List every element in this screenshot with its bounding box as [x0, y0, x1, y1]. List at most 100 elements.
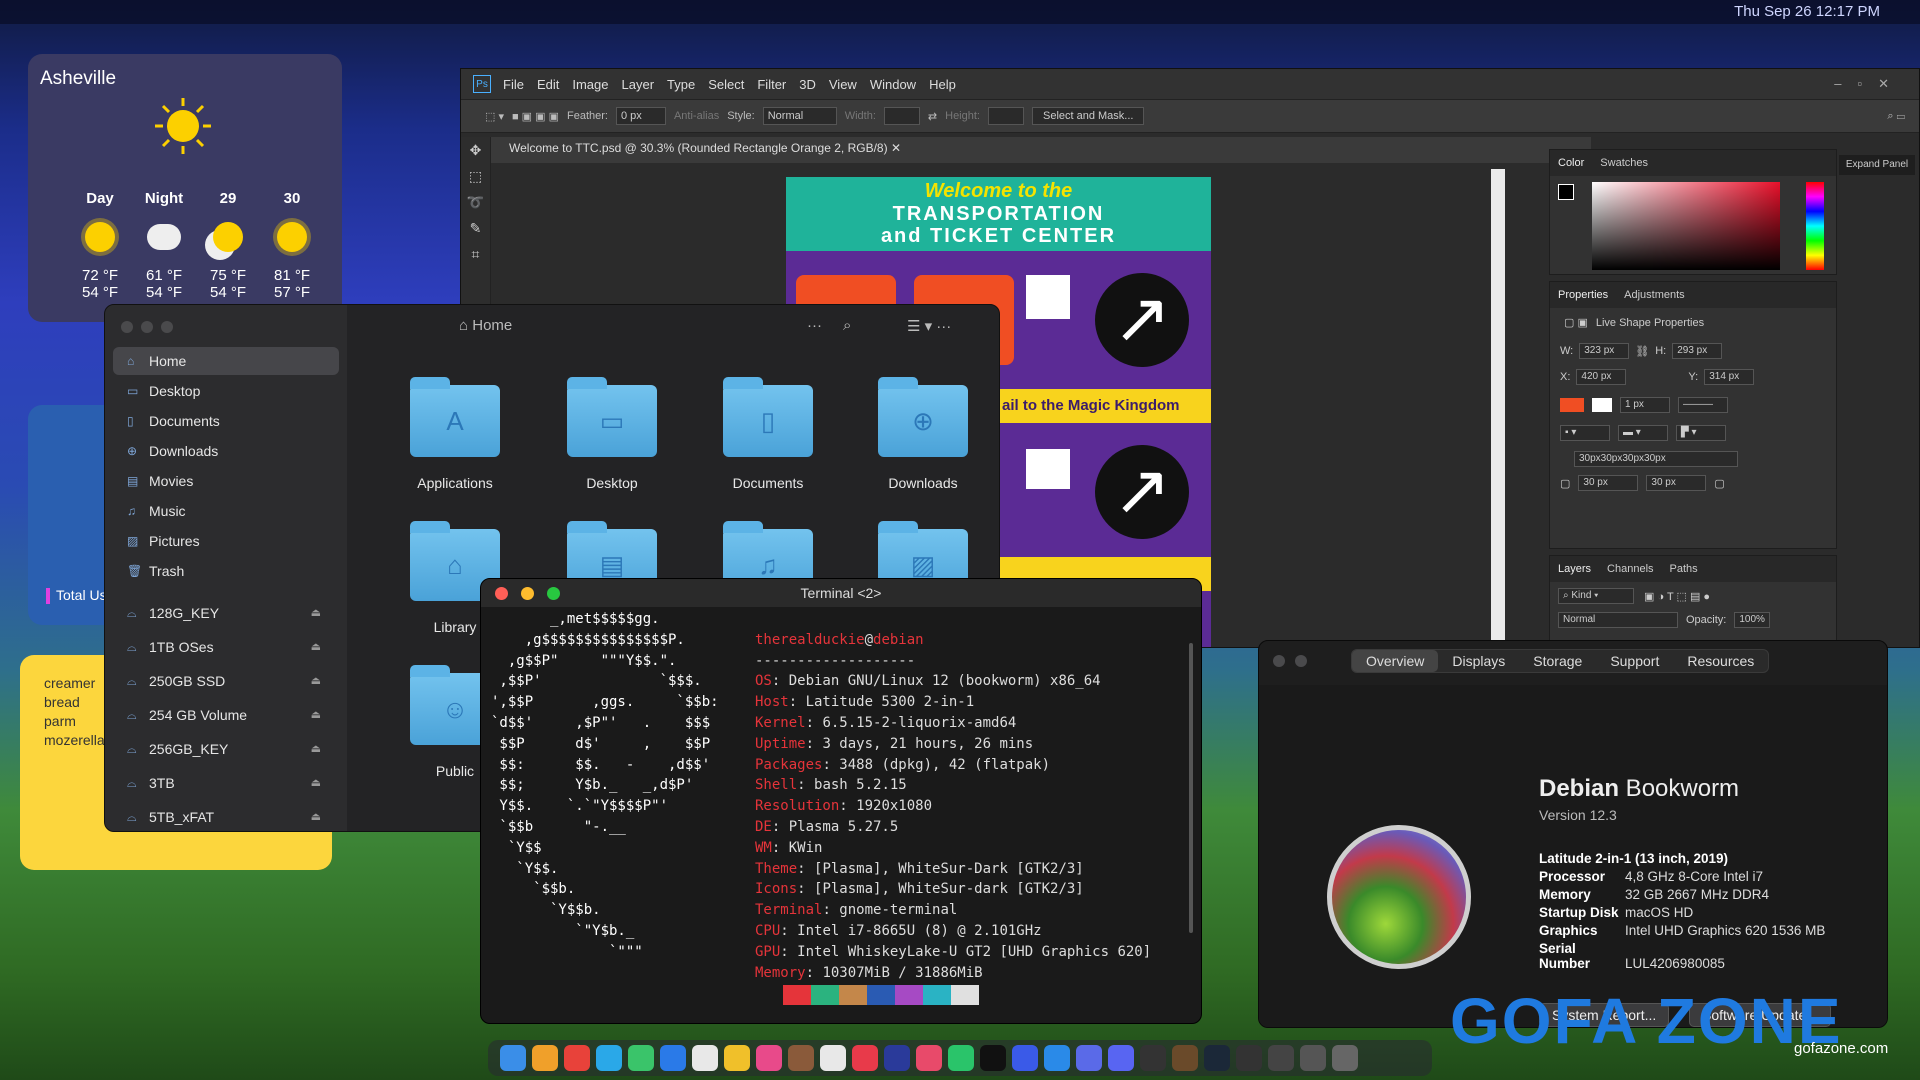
- menu-help[interactable]: Help: [929, 77, 956, 92]
- dock-app-icon[interactable]: [1332, 1045, 1358, 1071]
- tab-storage[interactable]: Storage: [1519, 650, 1596, 672]
- blend-mode-select[interactable]: Normal: [1558, 612, 1678, 628]
- dock-app-icon[interactable]: [1172, 1045, 1198, 1071]
- lasso-tool-icon[interactable]: ➰: [461, 189, 490, 215]
- tab-channels[interactable]: Channels: [1607, 563, 1653, 575]
- close-icon[interactable]: ✕: [891, 141, 901, 155]
- dock-app-icon[interactable]: [980, 1045, 1006, 1071]
- kind-filter[interactable]: ⌕ Kind ▾: [1558, 588, 1634, 604]
- crop-tool-icon[interactable]: ⌗: [461, 241, 490, 267]
- tab-resources[interactable]: Resources: [1673, 650, 1768, 672]
- menu-image[interactable]: Image: [572, 77, 608, 92]
- search-icon[interactable]: ⌕: [843, 317, 851, 334]
- stroke-width[interactable]: 1 px: [1620, 397, 1670, 413]
- style-select[interactable]: Normal: [762, 107, 837, 125]
- antialias-checkbox[interactable]: Anti-alias: [674, 110, 719, 122]
- sidebar-item-downloads[interactable]: ⊕ Downloads: [113, 437, 339, 465]
- weather-widget[interactable]: Asheville Day 72 °F 54 °F Night 61 °F 54 °F …: [28, 54, 342, 322]
- ps-scrollbar[interactable]: [1491, 169, 1505, 647]
- folder-documents[interactable]: ▯ Documents: [708, 377, 828, 491]
- foreground-color[interactable]: [1558, 184, 1574, 200]
- swap-icon[interactable]: ⇄: [928, 110, 937, 123]
- eject-icon[interactable]: ⏏: [311, 803, 321, 831]
- radius-field-1[interactable]: 30 px: [1578, 475, 1639, 491]
- sidebar-drive[interactable]: ⌓ 250GB SSD ⏏: [113, 667, 339, 695]
- layer-filter-icons[interactable]: ▣ ◑ T ⬚ ▤ ●: [1644, 590, 1710, 603]
- window-controls[interactable]: –▫✕: [1834, 76, 1905, 92]
- dock-app-icon[interactable]: [884, 1045, 910, 1071]
- sidebar-drive[interactable]: ⌓ 254 GB Volume ⏏: [113, 701, 339, 729]
- stroke-swatch[interactable]: [1592, 398, 1612, 412]
- document-tab[interactable]: Welcome to TTC.psd @ 30.3% (Rounded Rect…: [509, 141, 901, 155]
- dock-app-icon[interactable]: [820, 1045, 846, 1071]
- folder-desktop[interactable]: ▭ Desktop: [552, 377, 672, 491]
- tab-displays[interactable]: Displays: [1438, 650, 1519, 672]
- dock-app-icon[interactable]: [852, 1045, 878, 1071]
- color-field[interactable]: [1592, 182, 1780, 270]
- x-field[interactable]: 420 px: [1576, 369, 1627, 385]
- dock-app-icon[interactable]: [756, 1045, 782, 1071]
- fill-swatch[interactable]: [1560, 398, 1584, 412]
- sidebar-drive[interactable]: ⌓ 1TB OSes ⏏: [113, 633, 339, 661]
- width-field[interactable]: 323 px: [1579, 343, 1630, 359]
- dock-app-icon[interactable]: [500, 1045, 526, 1071]
- minimize-button[interactable]: [1295, 655, 1307, 667]
- dock-app-icon[interactable]: [1300, 1045, 1326, 1071]
- marquee-icon[interactable]: ⬚ ▾: [485, 110, 504, 123]
- dock-app-icon[interactable]: [1044, 1045, 1070, 1071]
- terminal-scrollbar[interactable]: [1189, 643, 1193, 933]
- sidebar-item-movies[interactable]: ▤ Movies: [113, 467, 339, 495]
- marquee-tool-icon[interactable]: ⬚: [461, 163, 490, 189]
- eject-icon[interactable]: ⏏: [311, 633, 321, 661]
- tab-support[interactable]: Support: [1596, 650, 1673, 672]
- close-button[interactable]: [495, 587, 508, 600]
- dock-app-icon[interactable]: [660, 1045, 686, 1071]
- menu-edit[interactable]: Edit: [537, 77, 559, 92]
- menu-filter[interactable]: Filter: [757, 77, 786, 92]
- hue-slider[interactable]: [1806, 182, 1824, 270]
- sidebar-drive[interactable]: ⌓ 3TB ⏏: [113, 769, 339, 797]
- sidebar-item-trash[interactable]: 🗑 Trash: [113, 557, 339, 585]
- sidebar-item-music[interactable]: ♫ Music: [113, 497, 339, 525]
- search-icon[interactable]: ⌕ ▭: [1887, 110, 1905, 123]
- dock-app-icon[interactable]: [788, 1045, 814, 1071]
- minimize-button[interactable]: [521, 587, 534, 600]
- clock[interactable]: Thu Sep 26 12:17 PM: [1734, 3, 1880, 20]
- dock-app-icon[interactable]: [948, 1045, 974, 1071]
- dock-app-icon[interactable]: [1204, 1045, 1230, 1071]
- eject-icon[interactable]: ⏏: [311, 599, 321, 627]
- dock-app-icon[interactable]: [1268, 1045, 1294, 1071]
- dock-app-icon[interactable]: [1140, 1045, 1166, 1071]
- dock-app-icon[interactable]: [1076, 1045, 1102, 1071]
- minimize-button[interactable]: [141, 321, 153, 333]
- folder-applications[interactable]: A Applications: [395, 377, 515, 491]
- dock-app-icon[interactable]: [916, 1045, 942, 1071]
- list-view-icon[interactable]: ☰ ▾ ···: [907, 317, 951, 335]
- dock-app-icon[interactable]: [1236, 1045, 1262, 1071]
- close-button[interactable]: [121, 321, 133, 333]
- quick-select-icon[interactable]: ✎: [461, 215, 490, 241]
- dock-app-icon[interactable]: [1012, 1045, 1038, 1071]
- tab-adjustments[interactable]: Adjustments: [1624, 289, 1685, 301]
- select-mask-button[interactable]: Select and Mask...: [1031, 107, 1145, 125]
- stroke-style[interactable]: ———: [1678, 397, 1728, 413]
- expand-panel-button[interactable]: Expand Panel: [1839, 155, 1915, 175]
- move-tool-icon[interactable]: ✥: [461, 137, 490, 163]
- radius-all-field[interactable]: 30px30px30px30px: [1574, 451, 1738, 467]
- sidebar-item-home[interactable]: ⌂ Home: [113, 347, 339, 375]
- menu-3d[interactable]: 3D: [799, 77, 816, 92]
- about-window[interactable]: Overview Displays Storage Support Resour…: [1258, 640, 1888, 1028]
- dock-app-icon[interactable]: [564, 1045, 590, 1071]
- menu-select[interactable]: Select: [708, 77, 744, 92]
- radius-field-2[interactable]: 30 px: [1646, 475, 1707, 491]
- height-input[interactable]: [987, 107, 1024, 125]
- close-button[interactable]: [1273, 655, 1285, 667]
- tab-layers[interactable]: Layers: [1558, 563, 1591, 575]
- zoom-button[interactable]: [161, 321, 173, 333]
- new-selection-icon[interactable]: ■ ▣ ▣ ▣: [512, 110, 559, 123]
- height-field[interactable]: 293 px: [1672, 343, 1723, 359]
- tab-color[interactable]: Color: [1558, 157, 1584, 169]
- tab-overview[interactable]: Overview: [1352, 650, 1439, 672]
- tab-swatches[interactable]: Swatches: [1600, 157, 1648, 169]
- more-icon[interactable]: ···: [807, 317, 822, 334]
